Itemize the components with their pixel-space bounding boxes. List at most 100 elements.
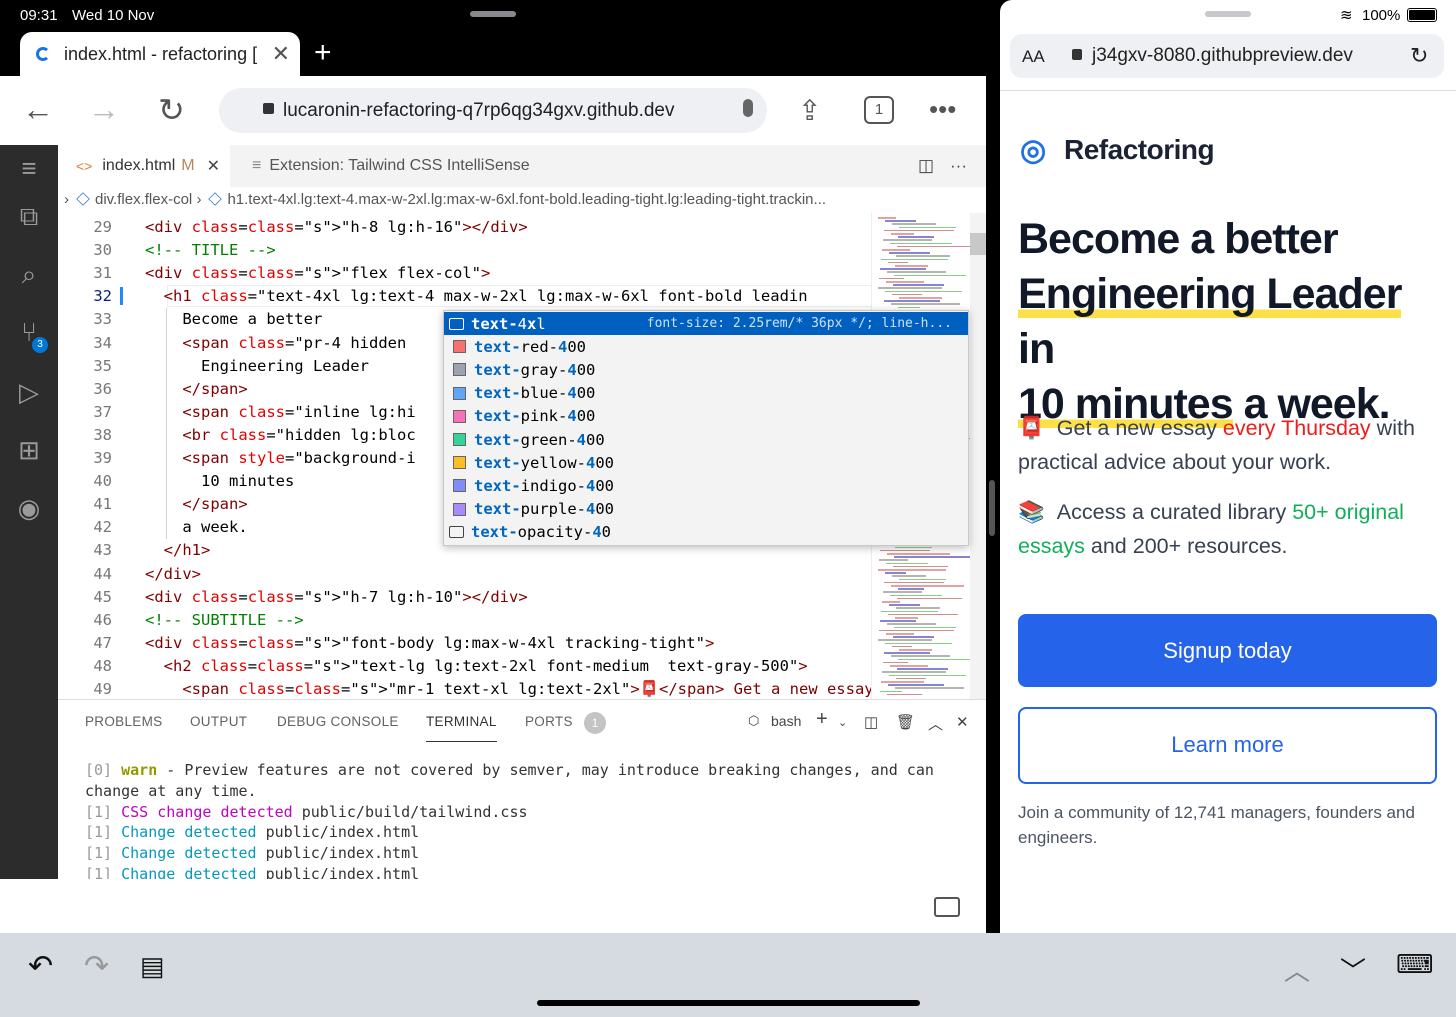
maximize-panel-icon[interactable]: ︿	[928, 713, 943, 734]
editor-scrollbar[interactable]	[970, 213, 986, 699]
redo-icon[interactable]: ↷	[84, 949, 109, 984]
code-line[interactable]: <span class=class="s">"mr-1 text-xl lg:t…	[145, 680, 871, 698]
code-line[interactable]: <div class=class="s">"h-7 lg:h-10"></div…	[145, 588, 528, 606]
split-editor-icon[interactable]: ◫	[918, 156, 934, 176]
suggestion-item[interactable]: text-pink-400	[444, 405, 968, 428]
books-icon: 📚	[1018, 500, 1045, 524]
breadcrumb-item-1[interactable]: div.flex.flex-col	[95, 191, 192, 208]
suggestion-item[interactable]: text-red-400	[444, 335, 968, 358]
divider-handle[interactable]	[989, 480, 995, 536]
multitask-handle[interactable]	[1205, 11, 1251, 17]
right-pane-preview: ≋ 100% AA j34gxv-8080.githubpreview.dev …	[1000, 0, 1456, 933]
suggestion-item[interactable]: text-green-400	[444, 428, 968, 451]
code-line[interactable]: Become a better	[145, 310, 322, 328]
new-tab-icon[interactable]: +	[314, 36, 332, 70]
minimap-line	[880, 268, 926, 270]
keyboard-icon[interactable]: ⌨	[1396, 949, 1434, 980]
reader-aa-button[interactable]: AA	[1022, 47, 1045, 67]
suggestion-item[interactable]: text-purple-400	[444, 498, 968, 521]
tab-terminal[interactable]: TERMINAL	[426, 714, 497, 742]
line-number: 49	[93, 680, 112, 698]
search-icon[interactable]: ⌕	[14, 259, 44, 289]
chevron-up-icon[interactable]: ︿	[1284, 951, 1310, 988]
home-indicator[interactable]	[537, 1000, 920, 1006]
terminal-name[interactable]: bash	[771, 713, 801, 729]
editor-more-icon[interactable]: ···	[950, 156, 967, 176]
suggestion-item[interactable]: text-blue-400	[444, 382, 968, 405]
vscode-editor: ≡ ⧉ ⌕ ⑂ 3 ▷ ⊞ ◉ <> index.html M ✕ ≡ Exte…	[0, 145, 986, 883]
code-line[interactable]: </div>	[145, 565, 201, 583]
close-tab-icon[interactable]: ✕	[272, 41, 290, 67]
code-line[interactable]: <!-- TITLE -->	[145, 241, 276, 259]
code-line[interactable]: <div class=class="s">"font-body lg:max-w…	[145, 634, 714, 652]
chevron-down-icon[interactable]: ⌄	[838, 716, 847, 729]
signup-button[interactable]: Signup today	[1018, 614, 1437, 687]
suggestion-item[interactable]: text-4xl font-size: 2.25rem/* 36px */; li…	[444, 312, 968, 335]
more-icon[interactable]: •••	[929, 94, 956, 125]
minimap-line	[897, 245, 972, 248]
code-line[interactable]: </span>	[145, 495, 247, 513]
code-line[interactable]: <div class=class="s">"h-8 lg:h-16"></div…	[145, 218, 528, 236]
github-icon[interactable]: ◉	[14, 493, 44, 523]
chevron-down-icon[interactable]: ﹀	[1340, 951, 1366, 988]
code-line[interactable]: <h1 class="text-4xl lg:text-4 max-w-2xl …	[145, 287, 808, 305]
menu-icon[interactable]: ≡	[14, 153, 44, 183]
minimap-line	[887, 271, 946, 273]
minimap-line	[896, 255, 950, 257]
code-line[interactable]: 10 minutes	[145, 472, 294, 490]
code-line[interactable]: <!-- SUBTITLE -->	[145, 611, 304, 629]
suggestion-item[interactable]: text-opacity-40	[444, 521, 968, 544]
suggestion-item[interactable]: text-gray-400	[444, 358, 968, 381]
card-icon[interactable]	[934, 897, 960, 917]
suggestion-item[interactable]: text-indigo-400	[444, 474, 968, 497]
code-line[interactable]: <h2 class=class="s">"text-lg lg:text-2xl…	[145, 657, 808, 675]
address-bar[interactable]: lucaronin-refactoring-q7rp6qg34gxv.githu…	[219, 88, 767, 133]
suggestion-label: text-pink-400	[474, 407, 596, 426]
microphone-icon[interactable]	[743, 99, 753, 117]
tab-output[interactable]: OUTPUT	[190, 714, 247, 729]
forward-icon[interactable]: →	[88, 91, 120, 128]
suggestion-item[interactable]: text-yellow-400	[444, 451, 968, 474]
back-icon[interactable]: ←	[22, 91, 54, 128]
safari-address-bar[interactable]: AA j34gxv-8080.githubpreview.dev ↻	[1010, 34, 1444, 78]
code-line[interactable]: </h1>	[145, 541, 211, 559]
learn-more-button[interactable]: Learn more	[1018, 707, 1437, 784]
code-line[interactable]: <div class=class="s">"flex flex-col">	[145, 264, 490, 282]
code-line[interactable]: Engineering Leader	[145, 357, 369, 375]
explorer-icon[interactable]: ⧉	[14, 201, 44, 231]
tab-ports[interactable]: PORTS	[525, 714, 573, 729]
code-line[interactable]: <span class="inline lg:hi	[145, 403, 415, 421]
brand-name[interactable]: Refactoring	[1064, 134, 1215, 166]
code-line[interactable]: <span class="pr-4 hidden	[145, 334, 406, 352]
minimap-line	[881, 681, 924, 683]
extensions-icon[interactable]: ⊞	[14, 435, 44, 465]
tab-switcher-button[interactable]: 1	[864, 96, 894, 124]
split-terminal-icon[interactable]: ◫	[864, 713, 878, 731]
new-terminal-icon[interactable]: +	[816, 708, 828, 731]
scrollbar-thumb[interactable]	[970, 233, 986, 255]
paste-icon[interactable]: ▤	[140, 951, 165, 982]
tab-extension[interactable]: ≡ Extension: Tailwind CSS IntelliSense	[236, 145, 582, 187]
terminal-shell-icon: ⬡	[748, 713, 760, 728]
tab-index-html[interactable]: <> index.html M ✕	[58, 145, 230, 187]
browser-tab[interactable]: index.html - refactoring [ ✕	[20, 32, 300, 76]
breadcrumb-item-2[interactable]: h1.text-4xl.lg:text-4.max-w-2xl.lg:max-w…	[227, 191, 826, 208]
share-icon[interactable]: ⇪	[798, 94, 821, 127]
code-line[interactable]: </span>	[145, 380, 247, 398]
tab-problems[interactable]: PROBLEMS	[85, 714, 162, 729]
minimap-line	[884, 652, 930, 654]
terminal-output[interactable]: [0] warn - Preview features are not cove…	[85, 760, 965, 885]
code-line[interactable]: a week.	[145, 518, 247, 536]
tab-debug-console[interactable]: DEBUG CONSOLE	[277, 714, 399, 729]
close-editor-icon[interactable]: ✕	[207, 156, 220, 176]
reload-icon[interactable]: ↻	[1410, 43, 1428, 69]
trash-icon[interactable]: 🗑	[896, 713, 915, 731]
code-line[interactable]: <br class="hidden lg:bloc	[145, 426, 415, 444]
multitask-handle[interactable]	[470, 11, 516, 17]
reload-icon[interactable]: ↻	[158, 91, 185, 129]
split-divider[interactable]	[986, 0, 1000, 933]
undo-icon[interactable]: ↶	[28, 949, 53, 984]
close-panel-icon[interactable]: ✕	[956, 713, 969, 731]
code-line[interactable]: <span style="background-i	[145, 449, 415, 467]
run-debug-icon[interactable]: ▷	[14, 377, 44, 407]
